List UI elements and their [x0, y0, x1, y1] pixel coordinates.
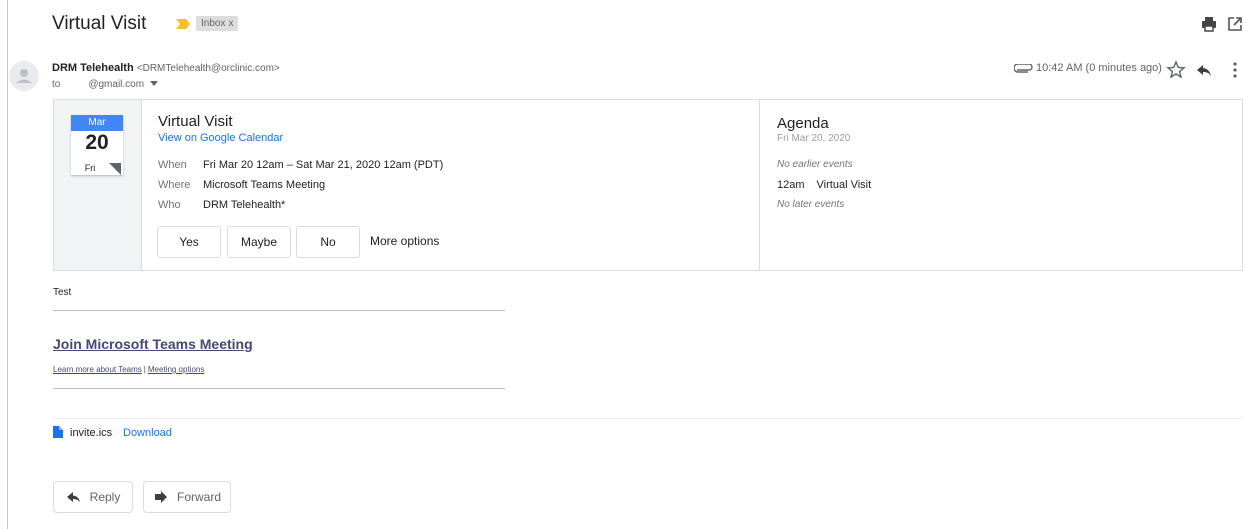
link-separator: | [143, 365, 146, 374]
more-vert-icon[interactable] [1225, 60, 1245, 80]
meeting-options-link[interactable]: Meeting options [148, 365, 204, 374]
body-divider-bottom [53, 388, 505, 389]
agenda-no-later-events: No later events [777, 199, 845, 210]
where-label: Where [158, 179, 191, 191]
attachment-filename[interactable]: invite.ics [70, 427, 112, 439]
recipient-address: @gmail.com [88, 79, 145, 90]
print-icon[interactable] [1200, 15, 1218, 33]
open-new-window-icon[interactable] [1226, 15, 1244, 33]
reply-button[interactable]: Reply [53, 481, 133, 513]
reply-arrow-icon [66, 492, 80, 502]
calendar-weekday: Fri [84, 163, 96, 173]
agenda-event-time: 12am [777, 179, 805, 191]
sender-line: DRM Telehealth <DRMTelehealth@orclinic.c… [52, 62, 280, 74]
inbox-label-text: Inbox [201, 18, 226, 29]
attachment-clip-icon [1014, 64, 1033, 73]
who-label: Who [158, 199, 181, 211]
attachment-divider [53, 418, 1243, 419]
reply-button-label: Reply [89, 490, 121, 504]
calendar-month: Mar [71, 115, 123, 131]
agenda-date: Fri Mar 20, 2020 [777, 133, 851, 144]
event-title: Virtual Visit [158, 113, 233, 130]
forward-button-label: Forward [176, 490, 221, 504]
email-body-text: Test [53, 287, 72, 298]
star-icon[interactable] [1166, 60, 1186, 80]
agenda-event-title: Virtual Visit [816, 179, 872, 191]
forward-arrow-icon [154, 491, 167, 503]
when-label: When [158, 159, 187, 171]
sender-email: <DRMTelehealth@orclinic.com> [136, 63, 280, 74]
rsvp-maybe-button[interactable]: Maybe [227, 226, 291, 258]
learn-more-about-teams-link[interactable]: Learn more about Teams [53, 365, 142, 374]
attachment-download-link[interactable]: Download [123, 427, 172, 439]
file-icon [53, 426, 63, 438]
avatar-icon [16, 69, 32, 83]
importance-marker-icon[interactable] [176, 19, 190, 29]
to-label: to [52, 79, 61, 90]
avatar[interactable] [9, 61, 39, 91]
who-value[interactable]: DRM Telehealth* [203, 199, 285, 211]
rsvp-yes-button[interactable]: Yes [157, 226, 221, 258]
view-on-google-calendar-link[interactable]: View on Google Calendar [158, 132, 283, 144]
when-value: Fri Mar 20 12am – Sat Mar 21, 2020 12am … [203, 159, 444, 171]
where-value: Microsoft Teams Meeting [203, 179, 326, 191]
rsvp-no-button[interactable]: No [296, 226, 360, 258]
agenda-title: Agenda [777, 115, 829, 132]
body-divider [53, 310, 505, 311]
reply-icon[interactable] [1194, 60, 1214, 80]
window-left-border [7, 0, 8, 529]
remove-label-icon[interactable]: x [228, 18, 233, 29]
email-subject: Virtual Visit [52, 13, 147, 34]
agenda-divider [759, 100, 760, 270]
agenda-event-item[interactable]: 12am Virtual Visit [777, 179, 871, 191]
join-teams-meeting-link[interactable]: Join Microsoft Teams Meeting [53, 336, 253, 352]
email-timestamp: 10:42 AM (0 minutes ago) [1036, 62, 1162, 74]
forward-button[interactable]: Forward [143, 481, 231, 513]
recipient-line: to @gmail.com [52, 79, 158, 90]
more-options-button[interactable]: More options [370, 234, 439, 248]
inbox-label-chip[interactable]: Inbox x [196, 16, 239, 31]
calendar-day: 20 [85, 131, 109, 154]
calendar-page-fold-icon [109, 163, 121, 175]
chevron-down-icon[interactable] [149, 81, 158, 87]
sender-name[interactable]: DRM Telehealth [52, 62, 134, 74]
agenda-no-earlier-events: No earlier events [777, 159, 853, 170]
teams-footer-links: Learn more about Teams | Meeting options [53, 365, 204, 374]
